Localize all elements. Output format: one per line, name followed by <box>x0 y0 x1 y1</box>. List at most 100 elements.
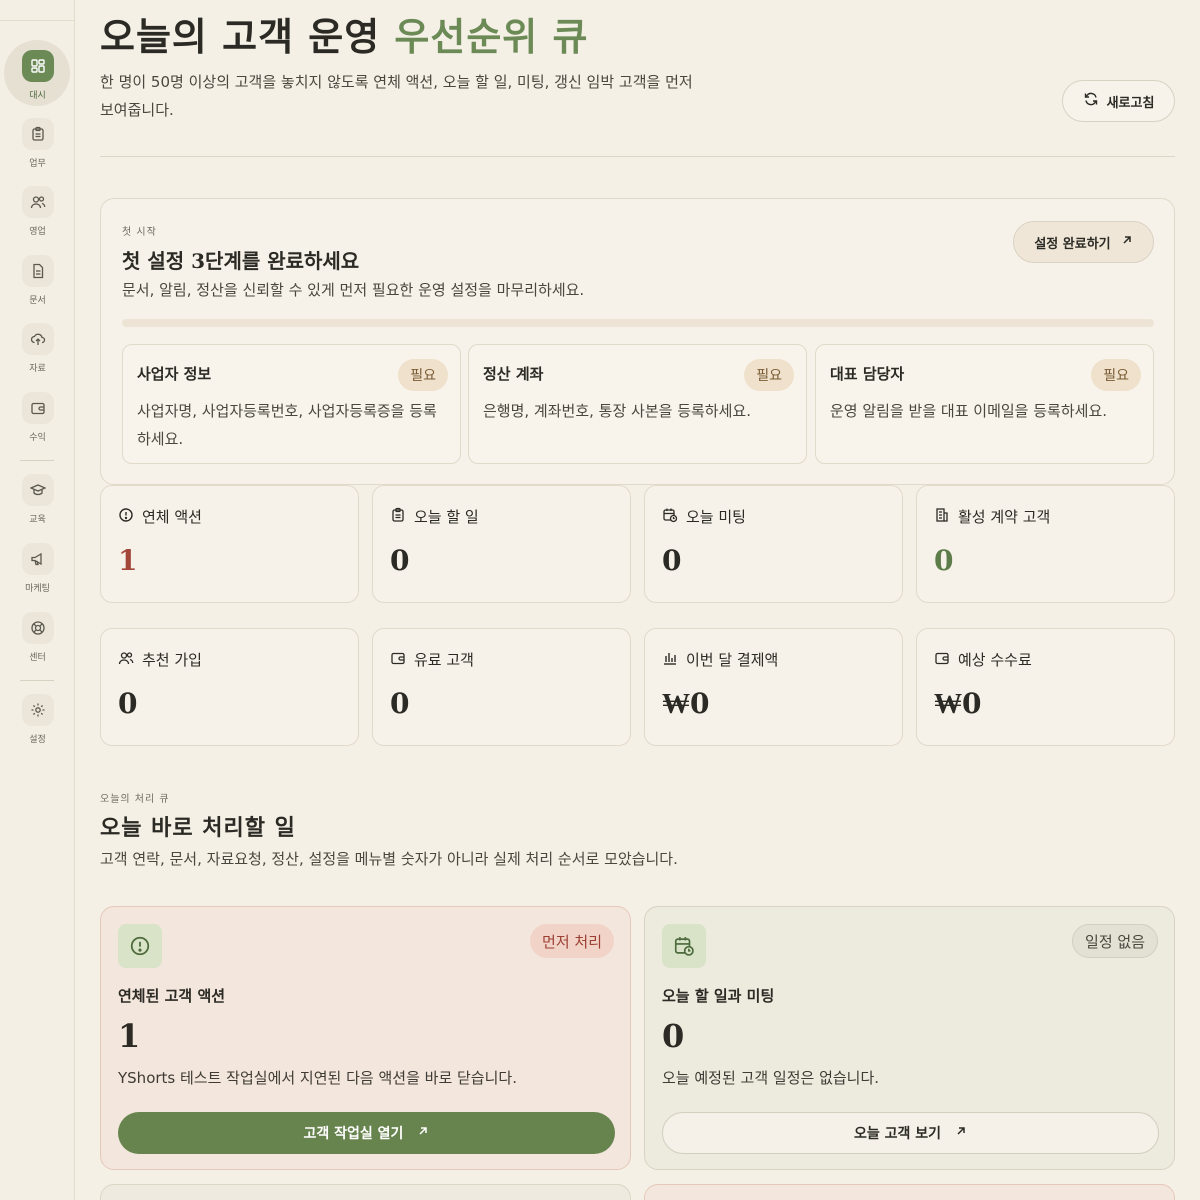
stat-label: 오늘 미팅 <box>686 508 746 526</box>
setup-title: 첫 설정 3단계를 완료하세요 <box>122 249 360 273</box>
alert-circle-icon <box>118 924 162 968</box>
stat-value: 0 <box>390 687 410 720</box>
status-badge: 일정 없음 <box>1072 924 1158 958</box>
sidebar-divider <box>0 20 75 21</box>
sidebar-item-label: 마케팅 <box>25 584 50 594</box>
open-customer-workspace-button[interactable]: 고객 작업실 열기 <box>118 1112 615 1154</box>
wallet-icon <box>390 650 406 670</box>
queue-card-title: 연체된 고객 액션 <box>118 987 226 1005</box>
queue-description: 고객 연락, 문서, 자료요청, 정산, 설정을 메뉴별 숫자가 아니라 실제 … <box>100 850 678 868</box>
sidebar-divider <box>20 460 54 461</box>
arrow-up-right-icon <box>1121 234 1133 250</box>
queue-card-peek <box>100 1184 631 1200</box>
sidebar-item-settings[interactable]: 설정 <box>0 694 75 745</box>
stat-card-today-tasks[interactable]: 오늘 할 일 0 <box>372 485 631 603</box>
setup-step-representative[interactable]: 대표 담당자 필요 운영 알림을 받을 대표 이메일을 등록하세요. <box>815 344 1154 464</box>
sidebar-item-label: 자료 <box>29 364 46 374</box>
stat-label: 활성 계약 고객 <box>958 508 1051 526</box>
arrow-up-right-icon <box>955 1125 967 1141</box>
sidebar-item-dashboard[interactable]: 대시 <box>0 40 75 106</box>
step-description: 운영 알림을 받을 대표 이메일을 등록하세요. <box>830 402 1108 420</box>
sidebar-item-center[interactable]: 센터 <box>0 612 75 663</box>
sidebar-item-label: 교육 <box>29 515 46 525</box>
sidebar: 대시 업무 영업 문서 자료 수익 교육 마케팅 센터 설정 <box>0 0 75 1200</box>
building-icon <box>934 507 950 527</box>
sidebar-item-materials[interactable]: 자료 <box>0 323 75 374</box>
header-divider <box>100 156 1175 157</box>
stat-card-overdue-actions[interactable]: 연체 액션 1 <box>100 485 359 603</box>
page-title-main: 오늘의 고객 운영 <box>100 14 381 59</box>
sidebar-item-marketing[interactable]: 마케팅 <box>0 543 75 594</box>
setup-card: 첫 시작 첫 설정 3단계를 완료하세요 문서, 알림, 정산을 신뢰할 수 있… <box>100 198 1175 485</box>
page-description: 한 명이 50명 이상의 고객을 놓치지 않도록 연체 액션, 오늘 할 일, … <box>100 73 693 119</box>
stat-value: 0 <box>934 544 954 577</box>
sidebar-item-label: 대시 <box>29 91 46 101</box>
setup-description: 문서, 알림, 정산을 신뢰할 수 있게 먼저 필요한 운영 설정을 마무리하세… <box>122 281 585 299</box>
stat-value: 0 <box>662 544 682 577</box>
clipboard-icon <box>21 118 54 150</box>
queue-card-description: 오늘 예정된 고객 일정은 없습니다. <box>662 1069 880 1087</box>
step-title: 사업자 정보 <box>137 365 212 383</box>
queue-card-peek <box>644 1184 1175 1200</box>
status-badge: 필요 <box>1091 359 1141 391</box>
sidebar-divider <box>20 680 54 681</box>
step-title: 대표 담당자 <box>830 365 905 383</box>
graduation-cap-icon <box>21 474 54 506</box>
queue-card-value: 0 <box>662 1017 685 1055</box>
complete-setup-button[interactable]: 설정 완료하기 <box>1013 221 1154 263</box>
stat-card-active-contract-customers[interactable]: 활성 계약 고객 0 <box>916 485 1175 603</box>
queue-title: 오늘 바로 처리할 일 <box>100 815 296 841</box>
stat-value: 1 <box>118 544 138 577</box>
megaphone-icon <box>21 543 54 575</box>
setup-step-settlement-account[interactable]: 정산 계좌 필요 은행명, 계좌번호, 통장 사본을 등록하세요. <box>468 344 807 464</box>
status-badge: 필요 <box>398 359 448 391</box>
stat-card-paid-customers[interactable]: 유료 고객 0 <box>372 628 631 746</box>
stat-label: 이번 달 결제액 <box>686 651 779 669</box>
users-icon <box>118 650 134 670</box>
calendar-clock-icon <box>662 924 706 968</box>
stat-label: 유료 고객 <box>414 651 474 669</box>
stat-card-today-meetings[interactable]: 오늘 미팅 0 <box>644 485 903 603</box>
step-description: 은행명, 계좌번호, 통장 사본을 등록하세요. <box>483 402 751 420</box>
dashboard-icon <box>21 50 54 82</box>
sidebar-item-label: 업무 <box>29 159 46 169</box>
queue-card-description: YShorts 테스트 작업실에서 지연된 다음 액션을 바로 닫습니다. <box>118 1069 517 1087</box>
stat-label: 연체 액션 <box>142 508 202 526</box>
refresh-button-label: 새로고침 <box>1106 95 1155 111</box>
alert-circle-icon <box>118 507 134 527</box>
sidebar-item-documents[interactable]: 문서 <box>0 255 75 306</box>
setup-step-business-info[interactable]: 사업자 정보 필요 사업자명, 사업자등록번호, 사업자등록증을 등록하세요. <box>122 344 461 464</box>
stat-card-monthly-payments[interactable]: 이번 달 결제액 ₩0 <box>644 628 903 746</box>
stat-card-expected-commission[interactable]: 예상 수수료 ₩0 <box>916 628 1175 746</box>
sidebar-item-education[interactable]: 교육 <box>0 474 75 525</box>
upload-cloud-icon <box>21 323 54 355</box>
arrow-up-right-icon <box>417 1125 429 1141</box>
stat-label: 추천 가입 <box>142 651 202 669</box>
queue-card-overdue: 먼저 처리 연체된 고객 액션 1 YShorts 테스트 작업실에서 지연된 … <box>100 906 631 1170</box>
view-today-customers-button[interactable]: 오늘 고객 보기 <box>662 1112 1159 1154</box>
stat-label: 예상 수수료 <box>958 651 1032 669</box>
refresh-icon <box>1083 91 1099 111</box>
sidebar-item-tasks[interactable]: 업무 <box>0 118 75 169</box>
lifebuoy-icon <box>21 612 54 644</box>
status-badge: 필요 <box>744 359 794 391</box>
wallet-icon <box>934 650 950 670</box>
setup-progress-bar <box>122 319 1154 327</box>
stat-value: 0 <box>390 544 410 577</box>
sidebar-item-sales[interactable]: 영업 <box>0 186 75 237</box>
stat-value: 0 <box>118 687 138 720</box>
stat-card-referral-signups[interactable]: 추천 가입 0 <box>100 628 359 746</box>
users-icon <box>21 186 54 218</box>
stat-value: ₩0 <box>934 687 982 720</box>
sidebar-item-revenue[interactable]: 수익 <box>0 392 75 443</box>
sidebar-item-label: 수익 <box>29 433 46 443</box>
sidebar-item-label: 문서 <box>29 296 46 306</box>
sidebar-item-label: 설정 <box>29 735 46 745</box>
refresh-button[interactable]: 새로고침 <box>1062 80 1175 122</box>
sidebar-item-label: 영업 <box>29 227 46 237</box>
page-title-accent: 우선순위 큐 <box>394 14 589 59</box>
stat-value: ₩0 <box>662 687 710 720</box>
wallet-icon <box>21 392 54 424</box>
document-icon <box>21 255 54 287</box>
queue-card-value: 1 <box>118 1017 141 1055</box>
